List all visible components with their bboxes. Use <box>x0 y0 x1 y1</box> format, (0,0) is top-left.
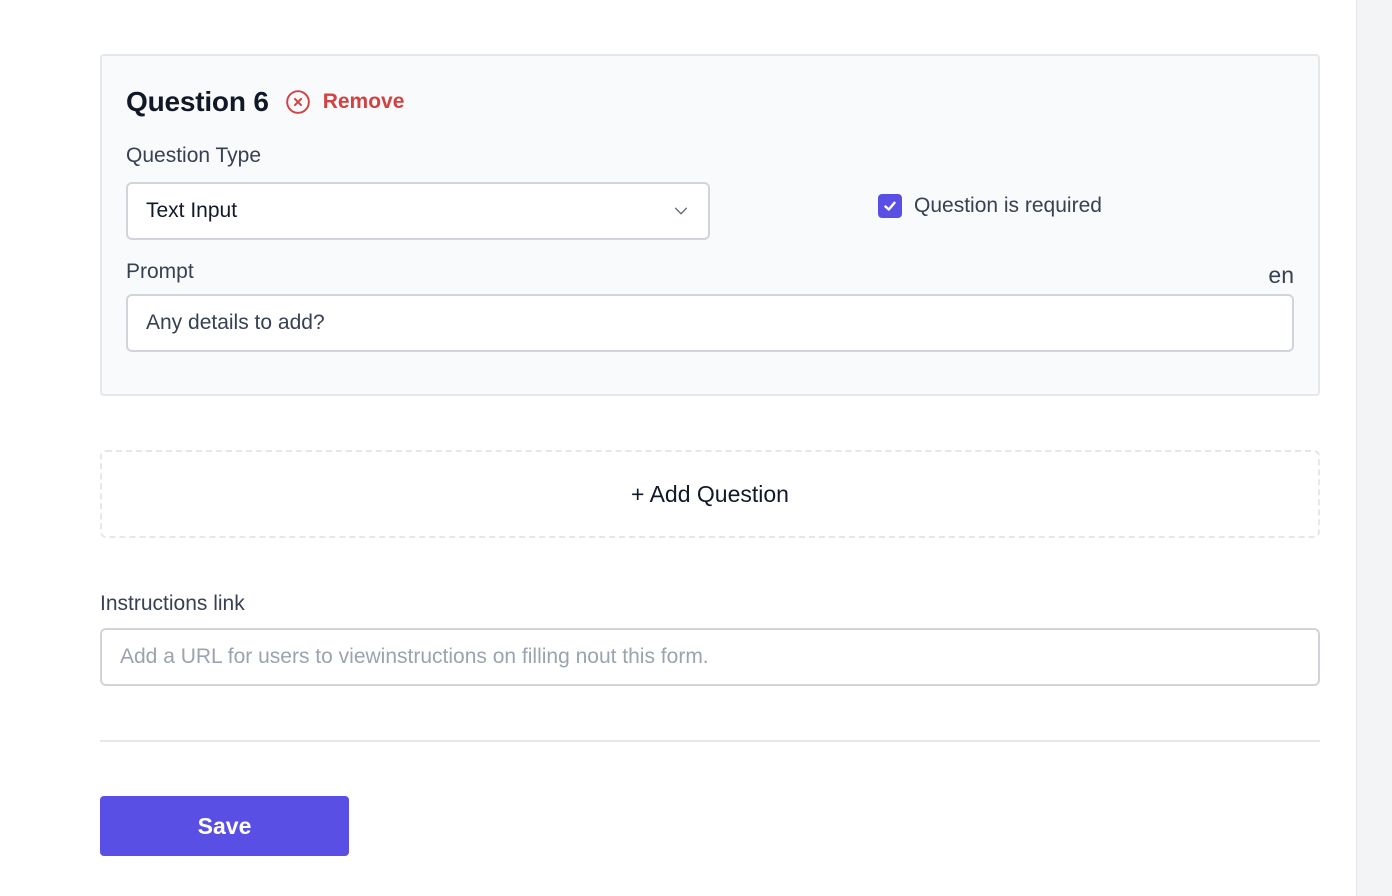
x-circle-icon <box>285 90 310 114</box>
required-checkbox[interactable] <box>878 194 902 218</box>
instructions-link-input[interactable] <box>100 628 1320 686</box>
scrollbar-track[interactable] <box>1356 0 1392 896</box>
question-type-label: Question Type <box>126 144 262 167</box>
instructions-link-label: Instructions link <box>100 592 245 615</box>
remove-question-button[interactable]: Remove <box>285 89 405 115</box>
prompt-input[interactable]: Any details to add? <box>126 294 1294 352</box>
language-indicator[interactable]: en <box>1268 262 1294 289</box>
divider <box>100 740 1320 742</box>
required-label: Question is required <box>914 194 1102 217</box>
question-type-select[interactable]: Text Input <box>126 182 710 240</box>
question-card: Question 6 Remove Question Type Text Inp… <box>100 54 1320 396</box>
check-icon <box>884 201 896 211</box>
question-header: Question 6 Remove <box>126 84 404 120</box>
remove-label: Remove <box>322 90 405 113</box>
required-toggle[interactable]: Question is required <box>878 194 1102 218</box>
prompt-label: Prompt <box>126 260 194 283</box>
question-type-value: Text Input <box>146 199 238 222</box>
save-button[interactable]: Save <box>100 796 349 856</box>
question-title: Question 6 <box>126 86 269 117</box>
add-question-button[interactable]: + Add Question <box>100 450 1320 538</box>
chevron-down-icon <box>674 207 688 215</box>
